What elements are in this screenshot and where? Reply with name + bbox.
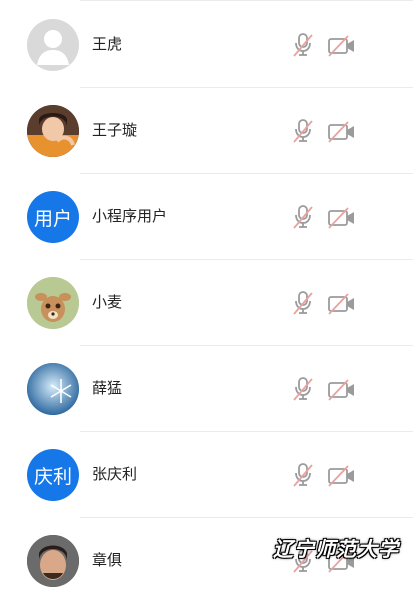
cartoon-deer-avatar — [27, 277, 79, 329]
camera-off-icon[interactable] — [327, 465, 357, 487]
avatar — [27, 363, 79, 415]
user-photo — [27, 105, 79, 157]
participant-row[interactable]: 薛猛 — [0, 346, 413, 432]
default-person-icon — [37, 30, 69, 65]
mic-muted-icon[interactable] — [292, 376, 314, 402]
camera-off-icon[interactable] — [327, 35, 357, 57]
watermark: 辽宁师范大学 — [273, 537, 399, 561]
mic-muted-icon[interactable] — [292, 204, 314, 230]
mic-muted-icon[interactable] — [292, 118, 314, 144]
participant-name: 小程序用户 — [92, 207, 168, 225]
participant-name: 王子璇 — [92, 121, 138, 139]
camera-off-icon[interactable] — [327, 293, 357, 315]
avatar — [27, 19, 79, 71]
participant-list: 王虎 王子璇 用户 小程序用户 小麦 薛猛 庆利 张庆利 章俱 — [0, 0, 413, 587]
camera-off-icon[interactable] — [327, 121, 357, 143]
user-photo — [27, 535, 79, 587]
divider — [80, 0, 413, 1]
participant-row[interactable]: 王子璇 — [0, 88, 413, 174]
mic-muted-icon[interactable] — [292, 32, 314, 58]
participant-name: 王虎 — [92, 35, 123, 53]
participant-row[interactable]: 小麦 — [0, 260, 413, 346]
camera-off-icon[interactable] — [327, 379, 357, 401]
participant-name: 小麦 — [92, 293, 123, 311]
avatar — [27, 277, 79, 329]
camera-off-icon[interactable] — [327, 207, 357, 229]
participant-name: 张庆利 — [92, 465, 138, 483]
participant-row[interactable]: 庆利 张庆利 — [0, 432, 413, 518]
mic-muted-icon[interactable] — [292, 290, 314, 316]
avatar: 庆利 — [27, 449, 79, 501]
participant-row[interactable]: 用户 小程序用户 — [0, 174, 413, 260]
avatar — [27, 105, 79, 157]
avatar: 用户 — [27, 191, 79, 243]
avatar-initials: 用户 — [33, 207, 72, 230]
avatar — [27, 535, 79, 587]
mic-muted-icon[interactable] — [292, 462, 314, 488]
participant-name: 薛猛 — [92, 379, 123, 397]
participant-name: 章俱 — [92, 551, 123, 569]
snowflake-avatar — [27, 363, 79, 415]
avatar-initials: 庆利 — [33, 465, 72, 488]
participant-row[interactable]: 王虎 — [0, 2, 413, 88]
